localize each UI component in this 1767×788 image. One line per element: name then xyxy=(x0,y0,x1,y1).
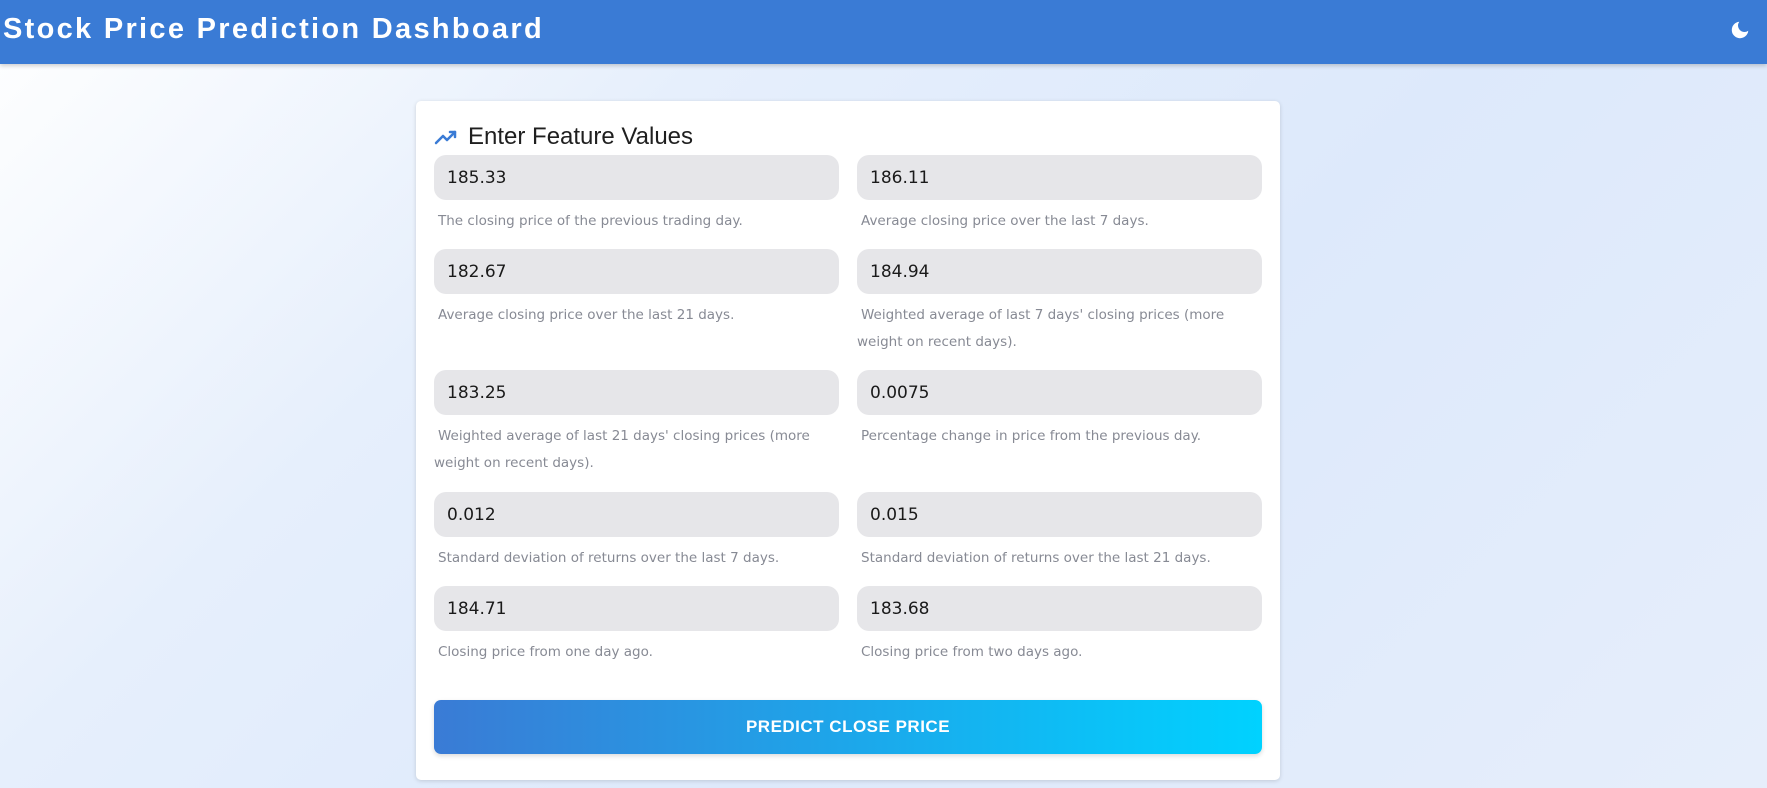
page-title: Stock Price Prediction Dashboard xyxy=(3,13,544,45)
theme-toggle-button[interactable] xyxy=(1727,17,1753,43)
pct-change-input[interactable] xyxy=(857,370,1262,415)
std7-input[interactable] xyxy=(434,492,839,537)
card-title: Enter Feature Values xyxy=(468,123,694,150)
std21-input[interactable] xyxy=(857,492,1262,537)
feature-field-ma7: Average closing price over the last 7 da… xyxy=(857,155,1262,235)
feature-field-std21: Standard deviation of returns over the l… xyxy=(857,492,1262,572)
field-help-text: The closing price of the previous tradin… xyxy=(438,213,743,229)
field-help-text: Average closing price over the last 21 d… xyxy=(438,307,735,323)
feature-field-ma21: Average closing price over the last 21 d… xyxy=(434,249,839,329)
prev-close-input[interactable] xyxy=(434,155,839,200)
ma7-input[interactable] xyxy=(857,155,1262,200)
feature-field-wma21: Weighted average of last 21 days' closin… xyxy=(434,370,839,477)
ma21-input[interactable] xyxy=(434,249,839,294)
field-help-text: Percentage change in price from the prev… xyxy=(861,428,1202,444)
lag1-input[interactable] xyxy=(434,586,839,631)
feature-field-pct-change: Percentage change in price from the prev… xyxy=(857,370,1262,450)
feature-field-prev-close: The closing price of the previous tradin… xyxy=(434,155,839,235)
wma21-input[interactable] xyxy=(434,370,839,415)
feature-field-lag2: Closing price from two days ago. xyxy=(857,586,1262,666)
field-help-text: Standard deviation of returns over the l… xyxy=(861,550,1211,566)
field-help-text: Weighted average of last 7 days' closing… xyxy=(857,307,1225,350)
field-help-text: Closing price from one day ago. xyxy=(438,644,653,660)
app-header: Stock Price Prediction Dashboard xyxy=(0,0,1767,64)
trend-line-icon xyxy=(434,125,458,149)
moon-icon xyxy=(1731,21,1749,39)
feature-field-wma7: Weighted average of last 7 days' closing… xyxy=(857,249,1262,356)
feature-field-lag1: Closing price from one day ago. xyxy=(434,586,839,666)
field-help-text: Standard deviation of returns over the l… xyxy=(438,550,780,566)
wma7-input[interactable] xyxy=(857,249,1262,294)
lag2-input[interactable] xyxy=(857,586,1262,631)
feature-form-card: Enter Feature Values The closing price o… xyxy=(416,101,1280,780)
card-header: Enter Feature Values xyxy=(434,119,693,155)
field-help-text: Average closing price over the last 7 da… xyxy=(861,213,1149,229)
predict-close-price-button[interactable]: PREDICT CLOSE PRICE xyxy=(434,700,1262,754)
field-help-text: Closing price from two days ago. xyxy=(861,644,1083,660)
field-help-text: Weighted average of last 21 days' closin… xyxy=(434,428,810,471)
feature-field-std7: Standard deviation of returns over the l… xyxy=(434,492,839,572)
